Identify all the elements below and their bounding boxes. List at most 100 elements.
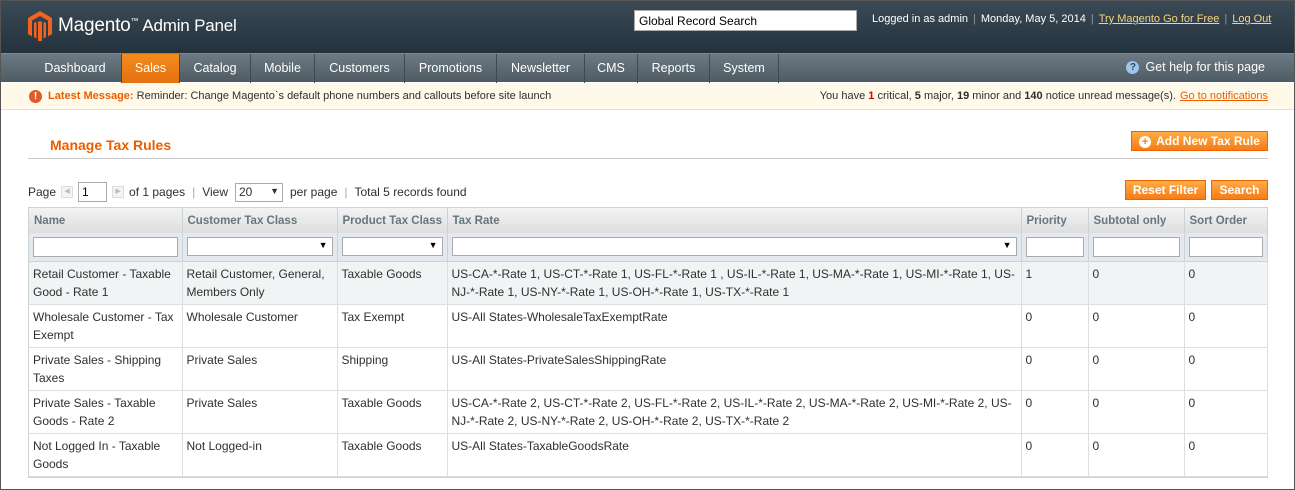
- go-to-notifications-link[interactable]: Go to notifications: [1180, 90, 1268, 102]
- latest-message-label: Latest Message:: [48, 90, 134, 102]
- filter-product-tax-class-select[interactable]: ▼: [341, 237, 443, 257]
- nav-customers[interactable]: Customers: [315, 54, 405, 83]
- cell-customer-tax-class: Private Sales: [182, 347, 338, 391]
- nav-reports[interactable]: Reports: [638, 54, 710, 83]
- cell-product-tax-class: Shipping: [337, 347, 448, 391]
- title-divider: [28, 158, 1268, 159]
- column-header-product-tax-class[interactable]: Product Tax Class: [337, 208, 448, 233]
- cell-customer-tax-class: Wholesale Customer: [182, 304, 338, 348]
- cell-name: Not Logged In - Taxable Goods: [29, 433, 183, 477]
- filter-subtotal-only-input[interactable]: [1092, 236, 1180, 257]
- cell-priority: 0: [1021, 304, 1089, 348]
- cell-sort-order: 0: [1184, 433, 1268, 477]
- table-row[interactable]: Not Logged In - Taxable Goods Not Logged-…: [29, 433, 1268, 477]
- cell-subtotal-only: 0: [1088, 433, 1185, 477]
- cell-name: Private Sales - Taxable Goods - Rate 2: [29, 390, 183, 434]
- global-record-search-input[interactable]: [634, 10, 857, 31]
- filter-name-input[interactable]: [33, 236, 178, 257]
- admin-header: Magento™Admin Panel Logged in as admin|M…: [1, 1, 1294, 53]
- column-header-customer-tax-class[interactable]: Customer Tax Class: [182, 208, 338, 233]
- nav-catalog[interactable]: Catalog: [180, 54, 251, 83]
- cell-tax-rate: US-CA-*-Rate 1, US-CT-*-Rate 1, US-FL-*-…: [447, 261, 1022, 305]
- cell-subtotal-only: 0: [1088, 347, 1185, 391]
- latest-message-text: Reminder: Change Magento`s default phone…: [136, 90, 552, 102]
- cell-name: Retail Customer - Taxable Good - Rate 1: [29, 261, 183, 305]
- previous-page-icon[interactable]: ◀: [61, 186, 74, 198]
- cell-product-tax-class: Taxable Goods: [337, 261, 448, 305]
- logged-in-text: Logged in as admin: [872, 13, 969, 25]
- cell-customer-tax-class: Not Logged-in: [182, 433, 338, 477]
- logout-link[interactable]: Log Out: [1232, 13, 1271, 25]
- nav-promotions[interactable]: Promotions: [405, 54, 497, 83]
- cell-priority: 0: [1021, 433, 1089, 477]
- tax-rules-grid: Name Customer Tax Class Product Tax Clas…: [28, 207, 1268, 478]
- cell-tax-rate: US-All States-PrivateSalesShippingRate: [447, 347, 1022, 391]
- column-header-priority[interactable]: Priority: [1021, 208, 1089, 233]
- reset-filter-button[interactable]: Reset Filter: [1125, 180, 1206, 200]
- total-records: Total 5 records found: [354, 185, 467, 199]
- column-header-sort-order[interactable]: Sort Order: [1184, 208, 1267, 233]
- plus-icon: +: [1139, 136, 1152, 148]
- warning-icon: !: [29, 90, 42, 103]
- filter-tax-rate-select[interactable]: ▼: [451, 237, 1017, 257]
- cell-product-tax-class: Taxable Goods: [337, 433, 448, 477]
- next-page-icon[interactable]: ▶: [112, 186, 125, 198]
- column-header-tax-rate[interactable]: Tax Rate: [447, 208, 1022, 233]
- cell-priority: 1: [1021, 261, 1089, 305]
- main-nav: Dashboard Sales Catalog Mobile Customers…: [1, 53, 1294, 83]
- brand-text: Magento™ Admin Panel: [58, 15, 237, 36]
- add-new-tax-rule-button[interactable]: + Add New Tax Rule: [1131, 131, 1268, 151]
- cell-product-tax-class: Taxable Goods: [337, 390, 448, 434]
- page-title: Manage Tax Rules: [50, 137, 172, 153]
- nav-dashboard[interactable]: Dashboard: [29, 54, 122, 83]
- table-row[interactable]: Retail Customer - Taxable Good - Rate 1R…: [29, 261, 1268, 305]
- filter-priority-input[interactable]: [1025, 236, 1084, 257]
- nav-mobile[interactable]: Mobile: [251, 54, 315, 83]
- cell-sort-order: 0: [1184, 390, 1268, 434]
- nav-cms[interactable]: CMS: [585, 54, 638, 83]
- nav-sales[interactable]: Sales: [122, 54, 180, 83]
- cell-tax-rate: US-All States-WholesaleTaxExemptRate: [447, 304, 1022, 348]
- cell-tax-rate: US-All States-TaxableGoodsRate: [447, 433, 1022, 477]
- column-header-name[interactable]: Name: [29, 208, 183, 233]
- table-row[interactable]: Wholesale Customer - Tax Exempt Wholesale…: [29, 304, 1268, 348]
- magento-logo-icon: [28, 11, 52, 41]
- chevron-down-icon: ▼: [318, 240, 328, 251]
- cell-priority: 0: [1021, 347, 1089, 391]
- help-link[interactable]: ? Get help for this page: [1126, 60, 1265, 74]
- table-row[interactable]: Private Sales - Shipping Taxes Private Sa…: [29, 347, 1268, 391]
- cell-sort-order: 0: [1184, 304, 1268, 348]
- cell-name: Private Sales - Shipping Taxes: [29, 347, 183, 391]
- chevron-down-icon: ▼: [1002, 240, 1012, 251]
- cell-subtotal-only: 0: [1088, 261, 1185, 305]
- cell-subtotal-only: 0: [1088, 390, 1185, 434]
- header-links: Logged in as admin | Monday, May 5, 2014 | T…: [872, 13, 1272, 25]
- system-message-bar: ! Latest Message: Reminder: Change Magen…: [1, 83, 1294, 110]
- per-page-select[interactable]: 20 ▼: [235, 182, 283, 202]
- cell-customer-tax-class: Private Sales: [182, 390, 338, 434]
- nav-newsletter[interactable]: Newsletter: [497, 54, 585, 83]
- filter-customer-tax-class-select[interactable]: ▼: [186, 237, 333, 257]
- cell-tax-rate: US-CA-*-Rate 2, US-CT-*-Rate 2, US-FL-*-…: [447, 390, 1022, 434]
- try-magento-go-link[interactable]: Try Magento Go for Free: [1099, 13, 1220, 25]
- magento-logo[interactable]: Magento™ Admin Panel: [28, 10, 237, 42]
- filter-sort-order-input[interactable]: [1188, 236, 1263, 257]
- help-icon: ?: [1126, 60, 1140, 74]
- grid-pager: Page ◀ ▶ of 1 pages | View 20▼ per page …: [28, 182, 467, 202]
- table-row[interactable]: Private Sales - Taxable Goods - Rate 2 Pr…: [29, 390, 1268, 434]
- cell-name: Wholesale Customer - Tax Exempt: [29, 304, 183, 348]
- column-header-subtotal-only[interactable]: Subtotal only: [1088, 208, 1185, 233]
- nav-system[interactable]: System: [710, 54, 779, 83]
- header-date: Monday, May 5, 2014: [980, 13, 1086, 25]
- cell-subtotal-only: 0: [1088, 304, 1185, 348]
- cell-customer-tax-class: Retail Customer, General, Members Only: [182, 261, 338, 305]
- page-number-input[interactable]: [78, 182, 108, 202]
- chevron-down-icon: ▼: [428, 240, 438, 251]
- cell-product-tax-class: Tax Exempt: [337, 304, 448, 348]
- cell-sort-order: 0: [1184, 347, 1268, 391]
- cell-priority: 0: [1021, 390, 1089, 434]
- cell-sort-order: 0: [1184, 261, 1268, 305]
- chevron-down-icon: ▼: [270, 185, 279, 196]
- search-button[interactable]: Search: [1211, 180, 1268, 200]
- filter-row: ▼ ▼ ▼: [29, 233, 1268, 262]
